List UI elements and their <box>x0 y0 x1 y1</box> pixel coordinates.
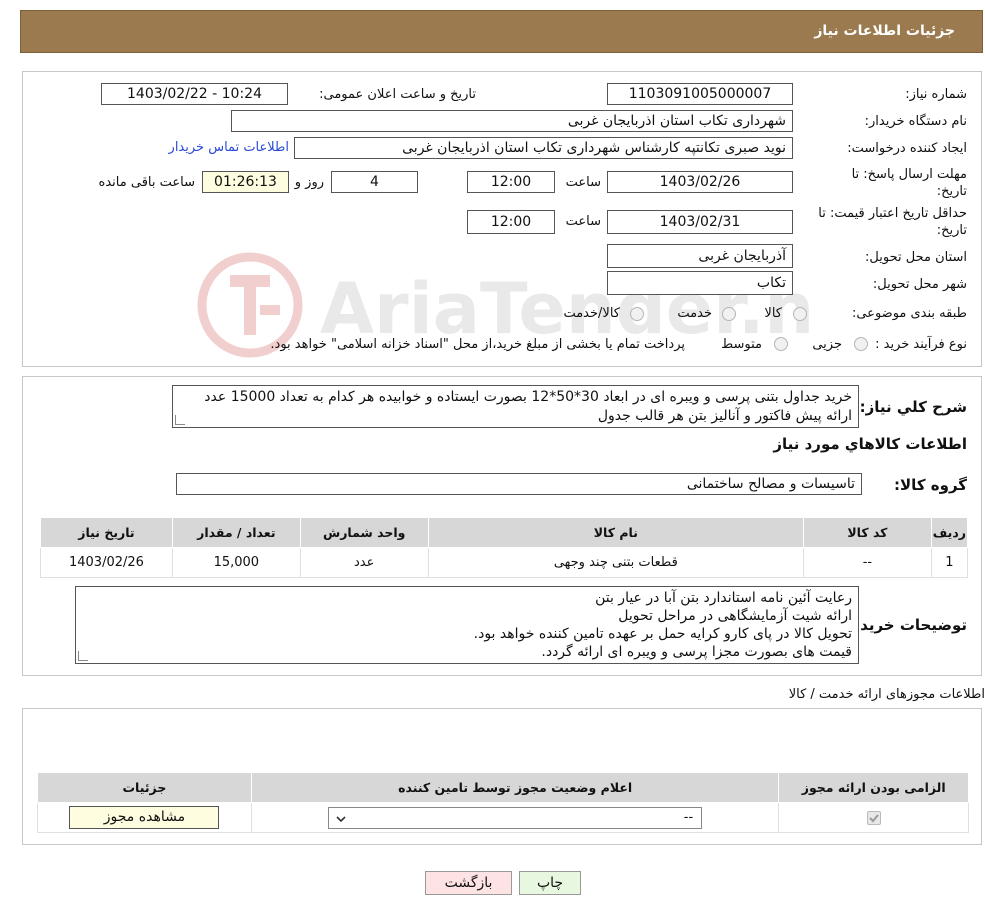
remaining-time-label: ساعت باقی مانده <box>98 175 195 190</box>
remaining-time-field: 01:26:13 <box>202 171 289 193</box>
goods-table: ردیف کد کالا نام کالا واحد شمارش تعداد /… <box>40 517 969 578</box>
permit-status-value: -- <box>683 809 694 825</box>
category-radio-service[interactable] <box>722 307 736 321</box>
description-label: شرح کلي نياز: <box>859 398 967 416</box>
category-label: طبقه بندی موضوعی: <box>851 306 967 321</box>
resize-handle-icon[interactable] <box>78 651 88 661</box>
resize-handle-icon[interactable] <box>175 415 185 425</box>
reply-deadline-date-field: 1403/02/26 <box>607 171 793 193</box>
col-code: کد کالا <box>803 517 932 548</box>
col-qty: تعداد / مقدار <box>171 517 301 548</box>
price-validity-date-field: 1403/02/31 <box>607 210 793 234</box>
need-number-field: 1103091005000007 <box>607 83 793 105</box>
purchase-type-label: نوع فرآیند خرید : <box>875 337 967 352</box>
permits-title: اطلاعات مجوزهای ارائه خدمت / کالا <box>788 687 985 702</box>
col-row: ردیف <box>930 517 969 548</box>
buyer-note-line-2: ارائه شیت آزمایشگاهی در مراحل تحویل <box>618 608 852 624</box>
col-date: تاریخ نیاز <box>40 517 173 548</box>
table-row: -- مشاهده مجوز <box>37 802 969 833</box>
purchase-option-medium: متوسط <box>721 337 762 352</box>
province-field: آذربایجان غربی <box>607 244 793 268</box>
cell-row: 1 <box>930 547 969 578</box>
province-label: استان محل تحویل: <box>865 250 967 265</box>
buyer-note-line-3: تحویل کالا در پای کارو کرایه حمل بر عهده… <box>473 626 852 642</box>
price-validity-label-2: تاریخ: <box>936 223 967 238</box>
reply-deadline-label-2: تاریخ: <box>936 184 967 199</box>
need-number-label: شماره نیاز: <box>905 87 967 102</box>
back-button[interactable]: بازگشت <box>425 871 512 895</box>
price-validity-label: حداقل تاریخ اعتبار قیمت: تا <box>818 206 967 221</box>
description-textarea[interactable]: خرید جداول بتنی پرسی و ویبره ای در ابعاد… <box>172 385 859 428</box>
buyer-org-field: شهرداری تکاب استان اذربایجان غربی <box>231 110 793 132</box>
reply-time-label: ساعت <box>565 175 601 190</box>
description-line-1: خرید جداول بتنی پرسی و ویبره ای در ابعاد… <box>204 389 852 405</box>
table-row: 1 -- قطعات بتنی چند وجهی عدد 15,000 1403… <box>40 547 969 578</box>
permits-table: الزامی بودن ارائه مجوز اعلام وضعیت مجوز … <box>37 772 969 833</box>
purchase-radio-minor[interactable] <box>854 337 868 351</box>
buyer-notes-textarea[interactable]: رعایت آئین نامه استاندارد بتن آبا در عیا… <box>75 586 859 664</box>
col-permit-details: جزئیات <box>37 772 252 803</box>
buyer-notes-label: توضیحات خریدار: <box>840 616 967 634</box>
permit-required-cell <box>778 802 969 833</box>
purchase-option-minor: جزیی <box>812 337 842 352</box>
view-permit-button[interactable]: مشاهده مجوز <box>69 806 220 829</box>
buyer-contact-link[interactable]: اطلاعات تماس خریدار <box>169 140 289 155</box>
requester-field: نوید صبری تکانتپه کارشناس شهرداری تکاب ا… <box>294 137 793 159</box>
col-permit-status: اعلام وضعیت مجوز توسط تامین کننده <box>250 772 780 803</box>
permit-status-cell: -- <box>250 802 780 833</box>
reply-deadline-label: مهلت ارسال پاسخ: تا <box>851 167 967 182</box>
description-line-2: ارائه پیش فاکتور و آنالیز بتن هر قالب جد… <box>597 408 852 424</box>
announce-datetime-field: 1403/02/22 - 10:24 <box>101 83 288 105</box>
announce-datetime-label: تاریخ و ساعت اعلان عمومی: <box>319 87 476 102</box>
cell-code: -- <box>803 547 932 578</box>
print-button[interactable]: چاپ <box>519 871 581 895</box>
city-label: شهر محل تحویل: <box>872 277 967 292</box>
cell-name: قطعات بتنی چند وجهی <box>427 547 805 578</box>
purchase-radio-medium[interactable] <box>774 337 788 351</box>
category-option-service: خدمت <box>677 306 712 321</box>
chevron-down-icon <box>336 815 346 822</box>
requester-label: ایجاد کننده درخواست: <box>847 141 967 156</box>
cell-unit: عدد <box>299 547 429 578</box>
price-validity-time-label: ساعت <box>565 214 601 229</box>
category-option-goods-service: کالا/خدمت <box>563 306 620 321</box>
goods-group-label: گروه کالا: <box>894 476 967 494</box>
reply-days-field: 4 <box>331 171 418 193</box>
category-radio-goods-service[interactable] <box>630 307 644 321</box>
cell-qty: 15,000 <box>171 547 301 578</box>
goods-table-header: ردیف کد کالا نام کالا واحد شمارش تعداد /… <box>40 517 969 548</box>
goods-info-title: اطلاعات کالاهاي مورد نياز <box>773 435 967 453</box>
permits-table-header: الزامی بودن ارائه مجوز اعلام وضعیت مجوز … <box>37 772 969 803</box>
permit-details-cell: مشاهده مجوز <box>37 802 252 833</box>
purchase-note: پرداخت تمام یا بخشی از مبلغ خرید،از محل … <box>270 337 685 352</box>
reply-deadline-time-field: 12:00 <box>467 171 555 193</box>
permit-required-checkbox[interactable] <box>866 810 881 825</box>
city-field: تکاب <box>607 271 793 295</box>
col-unit: واحد شمارش <box>299 517 429 548</box>
goods-group-field: تاسیسات و مصالح ساختمانی <box>176 473 862 495</box>
buyer-note-line-1: رعایت آئین نامه استاندارد بتن آبا در عیا… <box>595 590 852 606</box>
permit-status-select[interactable]: -- <box>328 806 703 829</box>
page-title: جزئیات اطلاعات نیاز <box>814 23 955 39</box>
buyer-org-label: نام دستگاه خریدار: <box>864 114 967 129</box>
buyer-note-line-4: قیمت های بصورت مجزا پرسی و ویبره ای ارائ… <box>541 644 852 660</box>
price-validity-time-field: 12:00 <box>467 210 555 234</box>
cell-date: 1403/02/26 <box>40 547 173 578</box>
checkmark-icon <box>868 813 879 822</box>
col-permit-required: الزامی بودن ارائه مجوز <box>778 772 969 803</box>
category-option-goods: کالا <box>764 306 782 321</box>
col-name: نام کالا <box>427 517 805 548</box>
reply-days-label: روز و <box>294 175 324 190</box>
category-radio-goods[interactable] <box>793 307 807 321</box>
